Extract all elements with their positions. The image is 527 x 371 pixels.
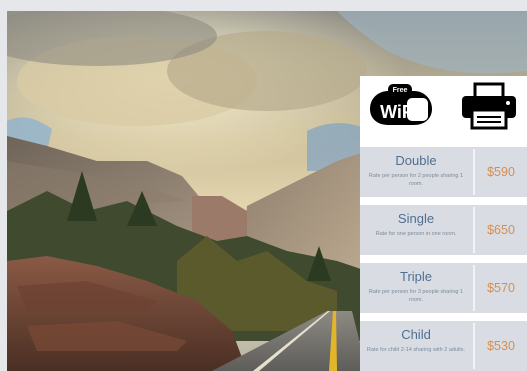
printer-icon — [460, 82, 518, 130]
rate-description: Single Rate for one person in one room. — [362, 205, 470, 255]
amenities-bar: Free WiFi — [360, 76, 527, 146]
room-type-note: Rate for one person in one room. — [375, 231, 457, 237]
rate-row-child: Child Rate for child 2-14 sharing with 2… — [360, 321, 527, 371]
room-type-note: Rate for child 2-14 sharing with 2 adult… — [366, 347, 466, 353]
rate-description: Child Rate for child 2-14 sharing with 2… — [362, 321, 470, 371]
page-frame: Free WiFi Double Rate per person for 2 p… — [0, 0, 527, 371]
room-type-name: Triple — [399, 269, 433, 284]
wifi-free-badge: Free — [393, 87, 408, 94]
rate-row-double: Double Rate per person for 2 people shar… — [360, 147, 527, 197]
room-type-name: Single — [397, 211, 435, 226]
room-type-name: Child — [401, 327, 431, 342]
rate-description: Double Rate per person for 2 people shar… — [362, 147, 470, 197]
room-price: $530 — [487, 339, 515, 353]
room-type-note: Rate per person for 2 people sharing 1 r… — [368, 173, 464, 187]
rate-row-triple: Triple Rate per person for 3 people shar… — [360, 263, 527, 313]
rate-row-single: Single Rate for one person in one room. … — [360, 205, 527, 255]
rate-description: Triple Rate per person for 3 people shar… — [362, 263, 470, 313]
wifi-logo-text: WiFi — [380, 102, 418, 122]
room-price: $650 — [487, 223, 515, 237]
room-type-name: Double — [395, 153, 437, 168]
room-price: $570 — [487, 281, 515, 295]
rates-panel: Free WiFi Double Rate per person for 2 p… — [360, 76, 527, 371]
free-wifi-icon: Free WiFi — [366, 83, 434, 127]
room-type-note: Rate per person for 3 people sharing 1 r… — [368, 289, 464, 303]
room-price: $590 — [487, 165, 515, 179]
